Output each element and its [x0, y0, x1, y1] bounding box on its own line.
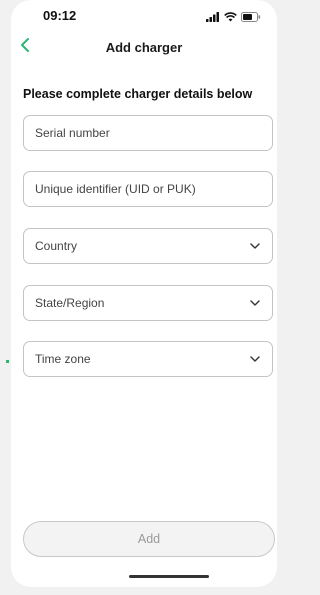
status-time: 09:12 [43, 8, 77, 23]
home-indicator [129, 575, 209, 578]
status-bar: 09:12 [11, 0, 277, 30]
focus-marker [6, 360, 9, 363]
chevron-down-icon [249, 353, 261, 365]
state-region-select-label: State/Region [35, 296, 105, 310]
country-select[interactable]: Country [23, 228, 273, 264]
page-title: Add charger [105, 40, 183, 55]
chevron-down-icon [249, 240, 261, 252]
wifi-icon [224, 9, 237, 27]
status-icons [206, 9, 261, 27]
nav-bar: Add charger [11, 34, 277, 60]
signal-icon [206, 9, 220, 27]
unique-identifier-input[interactable] [35, 182, 261, 196]
chevron-down-icon [249, 297, 261, 309]
battery-icon [241, 9, 261, 27]
serial-number-input[interactable] [35, 126, 261, 140]
time-zone-select[interactable]: Time zone [23, 341, 273, 377]
phone-screen: 09:12 Add charger Please complete charge… [11, 0, 277, 587]
form-heading: Please complete charger details below [23, 87, 253, 101]
serial-number-field[interactable] [23, 115, 273, 151]
time-zone-select-label: Time zone [35, 352, 91, 366]
add-button[interactable]: Add [23, 521, 275, 557]
state-region-select[interactable]: State/Region [23, 285, 273, 321]
unique-identifier-field[interactable] [23, 171, 273, 207]
country-select-label: Country [35, 239, 78, 253]
